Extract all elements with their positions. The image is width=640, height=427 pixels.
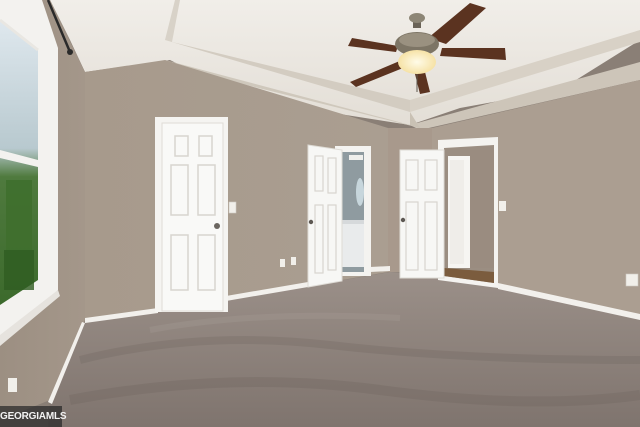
vanity: [342, 222, 364, 267]
light-switch[interactable]: [499, 201, 506, 211]
door-knob[interactable]: [214, 223, 220, 229]
bathroom-door[interactable]: [307, 144, 343, 288]
outlet: [625, 273, 639, 287]
light-switch[interactable]: [228, 201, 237, 214]
mirror: [356, 178, 364, 206]
door-knob[interactable]: [308, 219, 314, 225]
outlet: [291, 257, 296, 265]
hallway-door[interactable]: [399, 149, 445, 279]
vanity-light: [349, 155, 363, 160]
room-photo: GEORGIAMLS: [0, 0, 640, 427]
fan-light: [398, 50, 436, 74]
watermark: GEORGIAMLS: [0, 406, 67, 427]
outlet: [280, 259, 285, 267]
door-knob[interactable]: [400, 217, 406, 223]
hallway-doorway[interactable]: [438, 137, 498, 288]
closet-door[interactable]: [155, 117, 228, 312]
outlet: [8, 378, 17, 392]
window: [0, 0, 60, 346]
room-illustration: [0, 0, 640, 427]
